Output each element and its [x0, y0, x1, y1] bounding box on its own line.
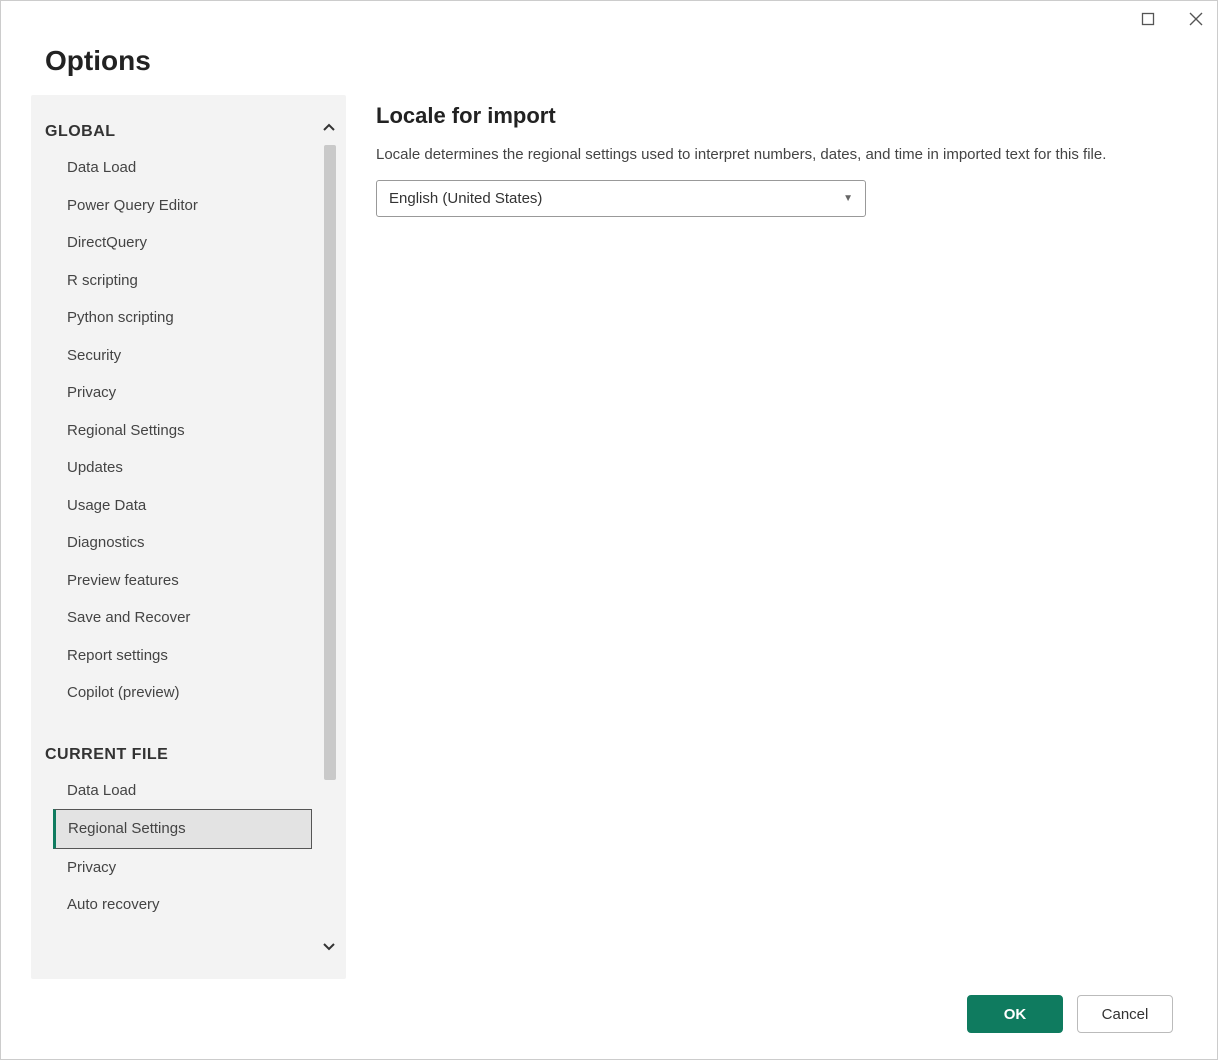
titlebar — [1, 1, 1217, 37]
nav-item-copilot-preview[interactable]: Copilot (preview) — [55, 674, 312, 712]
cancel-button[interactable]: Cancel — [1077, 995, 1173, 1033]
dialog-title: Options — [45, 45, 1173, 77]
dialog-body: GLOBAL Data Load Power Query Editor Dire… — [1, 95, 1217, 979]
chevron-up-icon — [321, 120, 337, 136]
nav-item-current-auto-recovery[interactable]: Auto recovery — [55, 886, 312, 924]
nav-item-current-privacy[interactable]: Privacy — [55, 849, 312, 887]
nav-item-security[interactable]: Security — [55, 337, 312, 375]
options-dialog: Options GLOBAL Data Load Power Query Edi… — [0, 0, 1218, 1060]
maximize-icon — [1141, 12, 1155, 26]
close-icon — [1189, 12, 1203, 26]
locale-selected-value: English (United States) — [389, 190, 542, 207]
section-header-global: GLOBAL — [45, 117, 312, 149]
scrollbar-track[interactable] — [324, 145, 336, 929]
chevron-down-icon — [321, 938, 337, 954]
close-button[interactable] — [1181, 5, 1211, 33]
nav-item-current-data-load[interactable]: Data Load — [55, 772, 312, 810]
dialog-header: Options — [1, 37, 1217, 95]
nav-item-data-load[interactable]: Data Load — [55, 149, 312, 187]
nav-item-preview-features[interactable]: Preview features — [55, 562, 312, 600]
section-gap — [45, 712, 312, 740]
scroll-up-button[interactable] — [318, 117, 340, 139]
nav-item-r-scripting[interactable]: R scripting — [55, 262, 312, 300]
nav-item-privacy[interactable]: Privacy — [55, 374, 312, 412]
nav-item-directquery[interactable]: DirectQuery — [55, 224, 312, 262]
nav-item-usage-data[interactable]: Usage Data — [55, 487, 312, 525]
nav-item-save-and-recover[interactable]: Save and Recover — [55, 599, 312, 637]
nav-item-report-settings[interactable]: Report settings — [55, 637, 312, 675]
sidebar: GLOBAL Data Load Power Query Editor Dire… — [31, 95, 346, 979]
content-heading: Locale for import — [376, 103, 1167, 129]
section-header-current-file: CURRENT FILE — [45, 740, 312, 772]
locale-dropdown[interactable]: English (United States) ▼ — [376, 180, 866, 217]
nav-item-python-scripting[interactable]: Python scripting — [55, 299, 312, 337]
scrollbar-thumb[interactable] — [324, 145, 336, 780]
content-description: Locale determines the regional settings … — [376, 143, 1116, 166]
nav-item-diagnostics[interactable]: Diagnostics — [55, 524, 312, 562]
nav-item-updates[interactable]: Updates — [55, 449, 312, 487]
nav-item-current-regional-settings[interactable]: Regional Settings — [53, 809, 312, 849]
ok-button[interactable]: OK — [967, 995, 1063, 1033]
nav-item-power-query-editor[interactable]: Power Query Editor — [55, 187, 312, 225]
dropdown-arrow-icon: ▼ — [843, 193, 853, 204]
scroll-down-button[interactable] — [318, 935, 340, 957]
maximize-button[interactable] — [1133, 5, 1163, 33]
dialog-footer: OK Cancel — [1, 979, 1217, 1059]
content-pane: Locale for import Locale determines the … — [376, 95, 1187, 979]
nav-item-regional-settings-global[interactable]: Regional Settings — [55, 412, 312, 450]
sidebar-content: GLOBAL Data Load Power Query Editor Dire… — [31, 95, 346, 946]
